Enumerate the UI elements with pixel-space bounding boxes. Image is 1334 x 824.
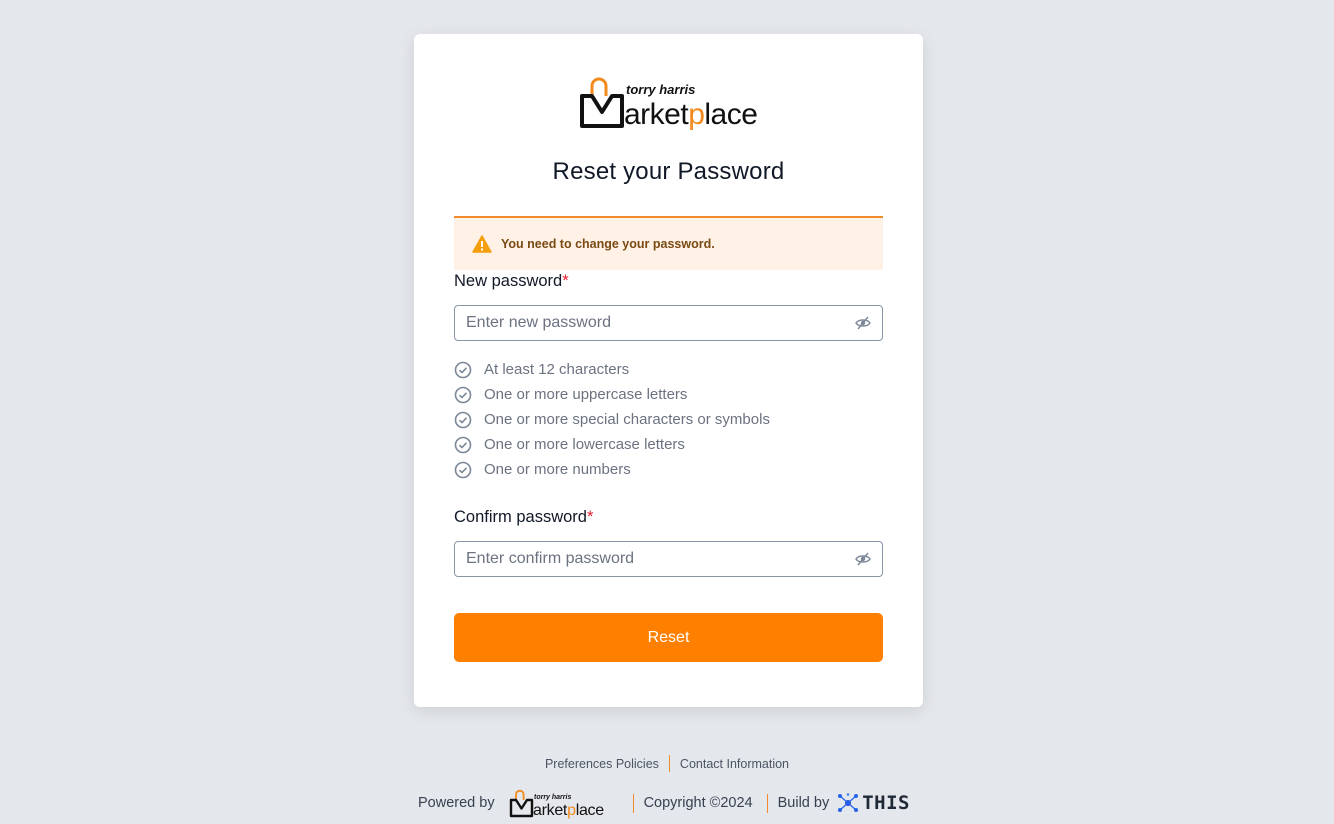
network-nodes-icon	[838, 793, 859, 812]
check-circle-icon	[454, 411, 472, 428]
marketplace-logo: torry harris arketplace	[580, 77, 758, 131]
svg-text:torry harris: torry harris	[626, 82, 695, 97]
powered-by-text: Powered by	[418, 795, 495, 811]
footer-bottom: Powered by torry harris arketplace Copyr…	[418, 786, 910, 820]
confirm-password-field	[454, 541, 883, 577]
new-password-input[interactable]	[466, 306, 846, 340]
required-asterisk: *	[562, 272, 569, 290]
page-title: Reset your Password	[552, 158, 785, 185]
check-circle-icon	[454, 386, 472, 403]
rule-item: One or more lowercase letters	[454, 432, 883, 457]
rule-text: One or more uppercase letters	[484, 386, 688, 403]
rule-text: One or more lowercase letters	[484, 436, 685, 453]
required-asterisk: *	[586, 508, 594, 526]
footer-divider	[766, 793, 768, 813]
confirm-password-label: Confirm password*	[454, 508, 593, 527]
rule-text: One or more numbers	[484, 461, 631, 478]
svg-text:arketplace: arketplace	[624, 98, 757, 131]
check-circle-icon	[454, 436, 472, 453]
rule-item: One or more numbers	[454, 457, 883, 482]
copyright-text: Copyright ©2024	[643, 795, 753, 811]
contact-information-link[interactable]: Contact Information	[670, 757, 799, 771]
footer-divider	[632, 793, 634, 813]
this-brand-text: THIS	[862, 792, 910, 814]
preferences-policies-link[interactable]: Preferences Policies	[535, 757, 669, 771]
rule-item: At least 12 characters	[454, 357, 883, 382]
password-rules-list: At least 12 characters One or more upper…	[454, 357, 883, 482]
reset-button[interactable]: Reset	[454, 613, 883, 662]
build-by-text: Build by	[777, 795, 830, 811]
svg-text:torry harris: torry harris	[534, 794, 571, 801]
rule-item: One or more special characters or symbol…	[454, 407, 883, 432]
eye-slash-icon[interactable]	[855, 552, 871, 566]
rule-text: One or more special characters or symbol…	[484, 411, 770, 428]
marketplace-small-logo: torry harris arketplace	[509, 789, 604, 819]
eye-slash-icon[interactable]	[855, 316, 871, 330]
new-password-field	[454, 305, 883, 341]
check-circle-icon	[454, 361, 472, 378]
confirm-password-input[interactable]	[466, 542, 846, 576]
alert-message: You need to change your password.	[501, 237, 715, 251]
rule-text: At least 12 characters	[484, 361, 630, 378]
warning-triangle-icon	[472, 235, 492, 253]
this-logo: THIS	[837, 792, 910, 814]
check-circle-icon	[454, 461, 472, 478]
confirm-password-label-text: Confirm password	[454, 508, 587, 526]
svg-text:arketplace: arketplace	[533, 802, 604, 819]
reset-password-card: torry harris arketplace Reset your Passw…	[414, 34, 923, 707]
new-password-label: New password*	[454, 272, 569, 291]
new-password-label-text: New password	[454, 272, 563, 290]
footer-links: Preferences Policies Contact Information	[0, 755, 1334, 772]
password-change-alert: You need to change your password.	[454, 216, 883, 270]
rule-item: One or more uppercase letters	[454, 382, 883, 407]
